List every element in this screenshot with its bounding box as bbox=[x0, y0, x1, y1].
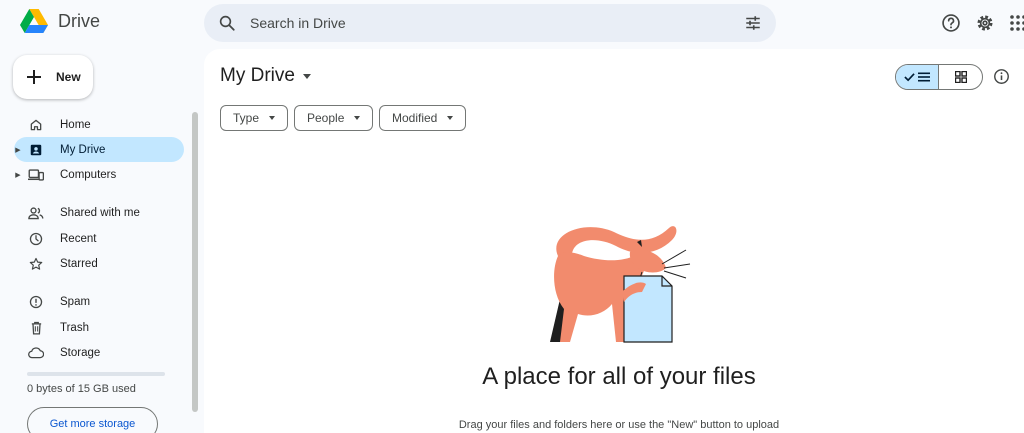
chevron-down-icon bbox=[354, 116, 361, 120]
search-icon[interactable] bbox=[218, 14, 236, 32]
grid-view-button[interactable] bbox=[939, 65, 982, 89]
sidebar-item-storage[interactable]: Storage bbox=[14, 340, 184, 365]
star-icon bbox=[28, 256, 44, 272]
search-input[interactable]: Search in Drive bbox=[250, 15, 744, 31]
sidebar-item-label: Computers bbox=[60, 168, 117, 181]
storage-usage-text: 0 bytes of 15 GB used bbox=[27, 383, 136, 395]
filter-chip-label: Modified bbox=[392, 111, 438, 125]
get-more-storage-button[interactable]: Get more storage bbox=[27, 407, 158, 433]
page-title-text: My Drive bbox=[220, 65, 295, 86]
list-view-button[interactable] bbox=[896, 65, 940, 89]
sidebar-item-home[interactable]: Home bbox=[14, 112, 184, 137]
sidebar-item-spam[interactable]: Spam bbox=[14, 289, 184, 314]
filter-people-chip[interactable]: People bbox=[294, 105, 374, 131]
trash-icon bbox=[28, 320, 44, 336]
sidebar-item-computers[interactable]: ▶ Computers bbox=[14, 162, 184, 187]
filter-modified-chip[interactable]: Modified bbox=[379, 105, 467, 131]
sidebar-item-label: Storage bbox=[60, 346, 101, 359]
drive-logo[interactable]: Drive bbox=[20, 9, 100, 34]
search-bar[interactable]: Search in Drive bbox=[204, 4, 776, 42]
filter-chip-label: People bbox=[307, 111, 345, 125]
sidebar-item-starred[interactable]: Starred bbox=[14, 251, 184, 276]
empty-state-cat-illustration bbox=[550, 226, 691, 343]
settings-gear-icon[interactable] bbox=[973, 11, 997, 35]
storage-usage-bar bbox=[27, 372, 165, 376]
list-icon bbox=[918, 72, 930, 82]
chevron-down-icon bbox=[269, 116, 276, 120]
sidebar-item-label: Starred bbox=[60, 257, 98, 270]
spam-icon bbox=[28, 294, 44, 310]
grid-icon bbox=[954, 71, 967, 83]
check-icon bbox=[904, 73, 915, 82]
empty-state-subtitle: Drag your files and folders here or use … bbox=[458, 419, 780, 431]
expand-caret-icon[interactable]: ▶ bbox=[14, 171, 22, 179]
my-drive-icon bbox=[28, 142, 44, 158]
sidebar-item-recent[interactable]: Recent bbox=[14, 226, 184, 251]
main-panel: My Drive Type People Modified A place fo… bbox=[204, 49, 1024, 433]
info-icon[interactable] bbox=[993, 68, 1010, 90]
drive-logo-icon bbox=[20, 9, 48, 33]
sidebar-scrollbar[interactable] bbox=[192, 112, 198, 412]
help-icon[interactable] bbox=[939, 11, 963, 35]
sidebar-item-trash[interactable]: Trash bbox=[14, 315, 184, 340]
clock-icon bbox=[28, 231, 44, 247]
new-button-label: New bbox=[56, 70, 81, 84]
title-dropdown-icon[interactable] bbox=[302, 73, 311, 79]
page-title[interactable]: My Drive bbox=[220, 65, 311, 87]
app-name: Drive bbox=[58, 11, 101, 31]
apps-grid-icon[interactable] bbox=[1006, 11, 1024, 35]
sidebar-item-label: Home bbox=[60, 118, 91, 131]
sidebar-item-label: Spam bbox=[60, 295, 91, 308]
shared-icon bbox=[28, 205, 44, 221]
sidebar-item-my-drive[interactable]: ▶ My Drive bbox=[14, 137, 184, 162]
sidebar-item-label: My Drive bbox=[60, 143, 106, 156]
empty-state-title: A place for all of your files bbox=[482, 363, 756, 390]
computers-icon bbox=[28, 167, 44, 183]
filter-chip-label: Type bbox=[233, 111, 260, 125]
filter-type-chip[interactable]: Type bbox=[220, 105, 289, 131]
sidebar-item-label: Trash bbox=[60, 321, 89, 334]
sidebar-item-label: Shared with me bbox=[60, 206, 140, 219]
expand-caret-icon[interactable]: ▶ bbox=[14, 146, 22, 154]
home-icon bbox=[28, 117, 44, 133]
new-button[interactable]: New bbox=[13, 55, 93, 99]
sidebar-item-label: Recent bbox=[60, 232, 97, 245]
chevron-down-icon bbox=[447, 116, 454, 120]
plus-icon bbox=[27, 70, 41, 84]
sidebar-item-shared-with-me[interactable]: Shared with me bbox=[14, 200, 184, 225]
cloud-icon bbox=[28, 345, 44, 361]
view-toggle[interactable] bbox=[895, 64, 983, 90]
search-options-icon[interactable] bbox=[744, 14, 762, 32]
